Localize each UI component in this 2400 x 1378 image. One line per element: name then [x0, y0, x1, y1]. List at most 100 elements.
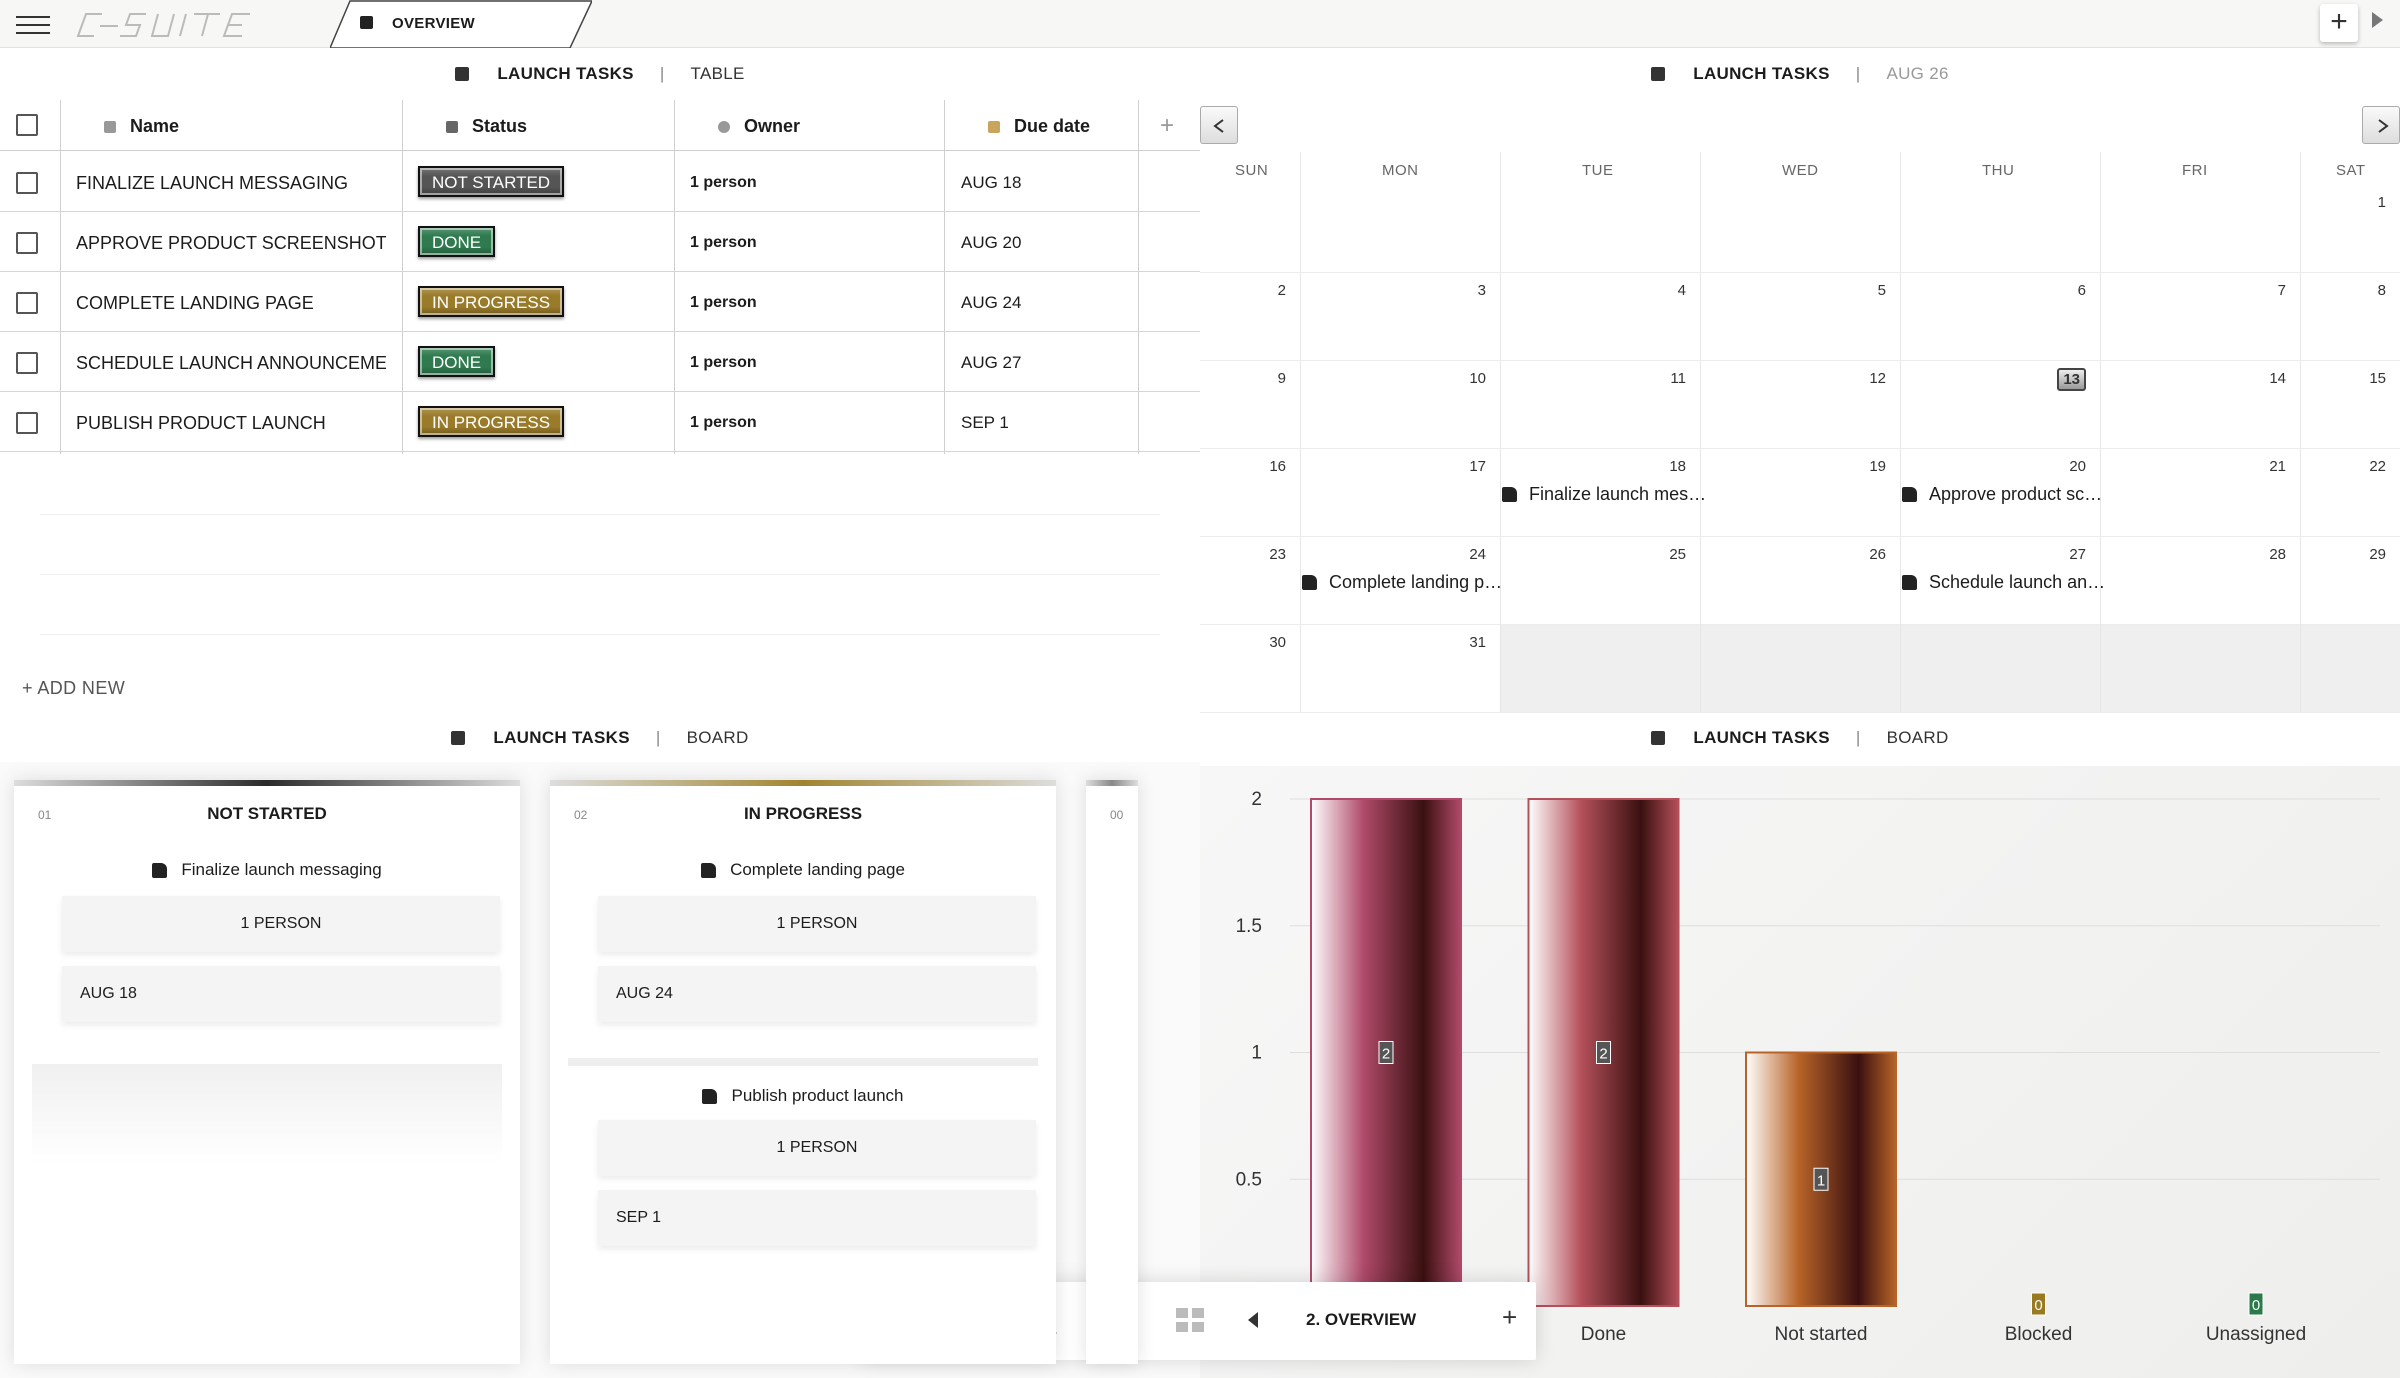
due-date-cell[interactable]: AUG 18 [961, 173, 1021, 193]
menu-icon[interactable] [16, 14, 52, 36]
grid-icon[interactable] [1172, 1302, 1208, 1338]
calendar-day[interactable]: 24 [1469, 546, 1486, 563]
select-all-checkbox[interactable] [16, 114, 38, 136]
prev-month-button[interactable] [1200, 106, 1238, 144]
owner-cell[interactable]: 1 person [690, 294, 757, 312]
card-due[interactable]: SEP 1 [598, 1190, 1036, 1246]
board-card[interactable]: Complete landing page 1 PERSON AUG 24 [568, 842, 1038, 1042]
calendar-day[interactable]: 1 [2378, 194, 2386, 211]
task-name[interactable]: COMPLETE LANDING PAGE [76, 293, 386, 314]
task-name[interactable]: PUBLISH PRODUCT LAUNCH [76, 413, 386, 434]
table-row[interactable]: FINALIZE LAUNCH MESSAGING NOT STARTED 1 pe… [0, 152, 1200, 212]
calendar-pane-header: LAUNCH TASKS | AUG 26 [1200, 50, 2400, 98]
due-date-cell[interactable]: AUG 20 [961, 233, 1021, 253]
status-badge[interactable]: DONE [418, 346, 496, 377]
add-new-button[interactable]: + ADD NEW [22, 678, 125, 699]
card-title[interactable]: Finalize launch messaging [32, 860, 502, 880]
board-pane-view[interactable]: BOARD [687, 728, 749, 748]
calendar-event[interactable]: Complete landing p… [1302, 572, 1502, 593]
calendar-day[interactable]: 5 [1878, 282, 1886, 299]
page-selector[interactable]: 2. OVERVIEW [1306, 1310, 1416, 1330]
calendar-event[interactable]: Approve product sc… [1902, 484, 2102, 505]
calendar-day[interactable]: 21 [2269, 458, 2286, 475]
card-owner[interactable]: 1 PERSON [598, 896, 1036, 952]
next-month-button[interactable] [2362, 106, 2400, 144]
due-date-cell[interactable]: AUG 27 [961, 353, 1021, 373]
calendar-day[interactable]: 25 [1669, 546, 1686, 563]
calendar-day[interactable]: 7 [2278, 282, 2286, 299]
column-header-name[interactable]: Name [104, 116, 179, 137]
calendar-day[interactable]: 20 [2069, 458, 2086, 475]
chart-pane-title: LAUNCH TASKS [1693, 728, 1830, 747]
task-name[interactable]: SCHEDULE LAUNCH ANNOUNCEMENT [76, 353, 386, 374]
calendar-day[interactable]: 6 [2078, 282, 2086, 299]
owner-cell[interactable]: 1 person [690, 354, 757, 372]
calendar-day[interactable]: 23 [1269, 546, 1286, 563]
card-due[interactable]: AUG 24 [598, 966, 1036, 1022]
row-checkbox[interactable] [16, 352, 38, 374]
row-checkbox[interactable] [16, 232, 38, 254]
board-card[interactable]: Publish product launch 1 PERSON SEP 1 [568, 1058, 1038, 1258]
calendar-day[interactable]: 9 [1278, 370, 1286, 387]
calendar-day[interactable]: 12 [1869, 370, 1886, 387]
calendar-day[interactable]: 28 [2269, 546, 2286, 563]
calendar-day[interactable]: 19 [1869, 458, 1886, 475]
calendar-day[interactable]: 4 [1678, 282, 1686, 299]
prev-page-icon[interactable] [1242, 1302, 1266, 1338]
calendar-pane-view[interactable]: AUG 26 [1886, 64, 1948, 84]
column-header-owner[interactable]: Owner [718, 116, 800, 137]
row-checkbox[interactable] [16, 172, 38, 194]
table-row[interactable]: APPROVE PRODUCT SCREENSHOTS DONE 1 person A… [0, 212, 1200, 272]
due-date-cell[interactable]: AUG 24 [961, 293, 1021, 313]
column-header-due-date[interactable]: Due date [988, 116, 1090, 137]
owner-cell[interactable]: 1 person [690, 234, 757, 252]
tab-overview[interactable]: OVERVIEW [330, 0, 592, 48]
calendar-day[interactable]: 14 [2269, 370, 2286, 387]
card-title[interactable]: Publish product launch [568, 1086, 1038, 1106]
add-column-button[interactable]: + [1160, 112, 1174, 140]
due-date-cell[interactable]: SEP 1 [961, 413, 1009, 433]
chart-pane-view[interactable]: BOARD [1887, 728, 1949, 748]
calendar-today[interactable]: 13 [2057, 368, 2086, 391]
calendar-day[interactable]: 10 [1469, 370, 1486, 387]
calendar-day[interactable]: 29 [2369, 546, 2386, 563]
calendar-day[interactable]: 27 [2069, 546, 2086, 563]
card-owner[interactable]: 1 PERSON [62, 896, 500, 952]
calendar-day[interactable]: 15 [2369, 370, 2386, 387]
status-badge[interactable]: IN PROGRESS [418, 406, 565, 437]
task-name[interactable]: APPROVE PRODUCT SCREENSHOTS [76, 233, 386, 254]
column-header-status[interactable]: Status [446, 116, 527, 137]
add-page-icon[interactable]: + [1502, 1302, 1517, 1333]
row-checkbox[interactable] [16, 412, 38, 434]
status-badge[interactable]: DONE [418, 226, 496, 257]
calendar-day[interactable]: 16 [1269, 458, 1286, 475]
calendar-day[interactable]: 3 [1478, 282, 1486, 299]
row-checkbox[interactable] [16, 292, 38, 314]
table-row[interactable]: COMPLETE LANDING PAGE IN PROGRESS 1 person… [0, 272, 1200, 332]
board-card[interactable]: Finalize launch messaging 1 PERSON AUG 18 [32, 842, 502, 1042]
calendar-day[interactable]: 26 [1869, 546, 1886, 563]
y-tick-label: 2 [1251, 789, 1262, 810]
owner-cell[interactable]: 1 person [690, 414, 757, 432]
weekday-label: FRI [2182, 162, 2208, 179]
card-owner[interactable]: 1 PERSON [598, 1120, 1036, 1176]
table-row[interactable]: SCHEDULE LAUNCH ANNOUNCEMENT DONE 1 person… [0, 332, 1200, 392]
owner-cell[interactable]: 1 person [690, 174, 757, 192]
card-due[interactable]: AUG 18 [62, 966, 500, 1022]
calendar-event[interactable]: Finalize launch mes… [1502, 484, 1706, 505]
calendar-day[interactable]: 22 [2369, 458, 2386, 475]
status-badge[interactable]: IN PROGRESS [418, 286, 565, 317]
table-row[interactable]: PUBLISH PRODUCT LAUNCH IN PROGRESS 1 perso… [0, 392, 1200, 452]
calendar-day[interactable]: 11 [1670, 370, 1686, 387]
calendar-day[interactable]: 17 [1469, 458, 1486, 475]
calendar-day[interactable]: 2 [1278, 282, 1286, 299]
card-title[interactable]: Complete landing page [568, 860, 1038, 880]
table-pane-view[interactable]: TABLE [691, 64, 745, 84]
task-name[interactable]: FINALIZE LAUNCH MESSAGING [76, 173, 386, 194]
status-badge[interactable]: NOT STARTED [418, 166, 565, 197]
calendar-day[interactable]: 31 [1469, 634, 1486, 651]
calendar-event[interactable]: Schedule launch an… [1902, 572, 2105, 593]
calendar-day[interactable]: 18 [1669, 458, 1686, 475]
calendar-day[interactable]: 8 [2378, 282, 2386, 299]
calendar-day[interactable]: 30 [1269, 634, 1286, 651]
